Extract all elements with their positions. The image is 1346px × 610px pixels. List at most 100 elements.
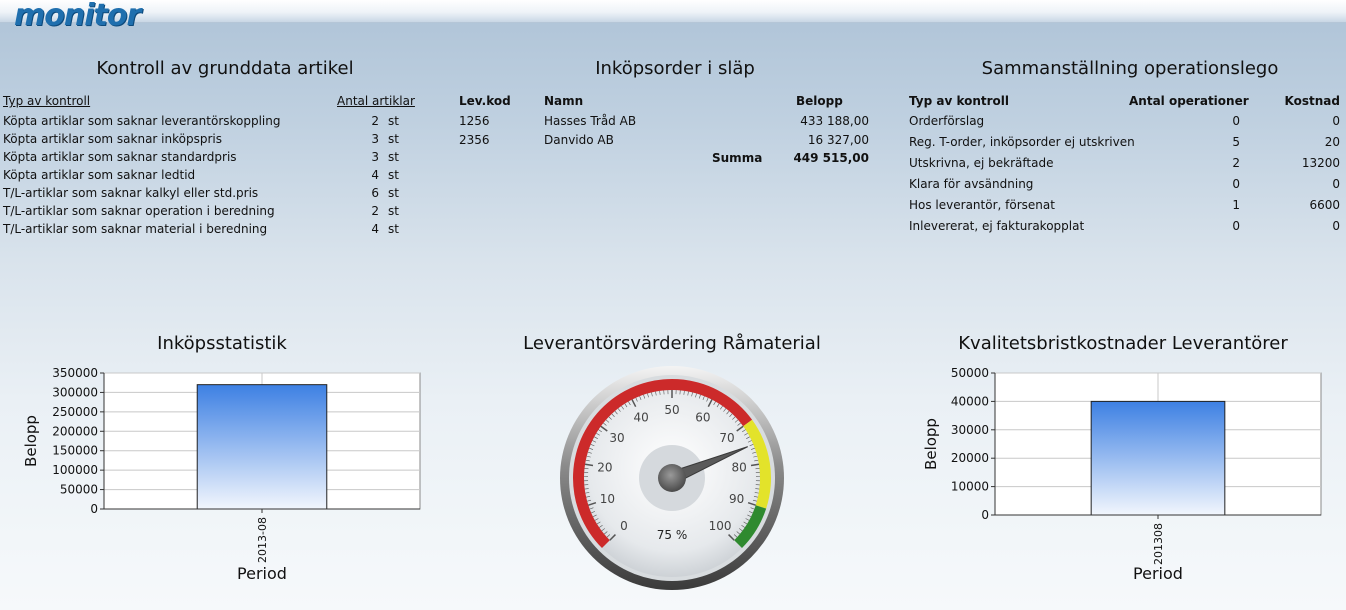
panel3-col-cost: Kostnad <box>1284 94 1340 108</box>
panel2-col-code: Lev.kod <box>459 94 511 108</box>
panel1-row-label: Köpta artiklar som saknar inköpspris <box>3 132 222 146</box>
panel3-row-ops: 1 <box>1232 198 1240 212</box>
panel3-row-ops: 0 <box>1232 219 1240 233</box>
panel2-row-code: 1256 <box>459 114 490 128</box>
gauge-tick-label: 0 <box>620 519 628 533</box>
leverantorsvardering-gauge: Leverantörsvärdering Råmaterial 0 10 20 30 40… <box>523 333 821 590</box>
inkopsstatistik-chart: Inköpsstatistik 0 50000 100000 150000 200000 2… <box>22 333 421 583</box>
y-tick-label: 200000 <box>52 424 98 438</box>
gauge-tick-label: 20 <box>597 460 612 474</box>
y-tick-label: 20000 <box>951 451 989 465</box>
panel1-row-count: 4 <box>371 222 379 236</box>
x-axis-label: Period <box>1133 564 1183 583</box>
panel2-col-name: Namn <box>544 94 584 108</box>
panel1-row-count: 4 <box>371 168 379 182</box>
panel2-title: Inköpsorder i släp <box>595 58 755 79</box>
panel3-row-label: Inlevererat, ej fakturakopplat <box>909 219 1085 233</box>
panel1-row-count: 3 <box>371 132 379 146</box>
panel3-row-cost: 6600 <box>1309 198 1340 212</box>
gauge-tick-label: 100 <box>709 519 732 533</box>
panel3-row-label: Klara för avsändning <box>909 177 1034 191</box>
panel2-sum-label: Summa <box>712 151 763 165</box>
panel3-col-ops: Antal operationer <box>1129 94 1249 108</box>
panel2-row-name: Hasses Tråd AB <box>544 114 637 128</box>
panel3-row-label: Utskrivna, ej bekräftade <box>909 156 1054 170</box>
panel2-sum-value: 449 515,00 <box>793 151 869 165</box>
panel1-row-count: 3 <box>371 150 379 164</box>
panel1-row-label: Köpta artiklar som saknar leverantörskop… <box>3 114 281 128</box>
monitor-logo: monitor <box>14 0 141 33</box>
panel2-col-amount: Belopp <box>796 94 843 108</box>
panel2-row-code: 2356 <box>459 133 490 147</box>
panel1-row-label: Köpta artiklar som saknar standardpris <box>3 150 237 164</box>
x-tick-label: 201308 <box>1152 523 1165 565</box>
panel1-col-count: Antal artiklar <box>337 94 415 108</box>
y-axis-label: Belopp <box>22 415 40 467</box>
y-tick-label: 40000 <box>951 394 989 408</box>
chart-title: Kvalitetsbristkostnader Leverantörer <box>958 333 1288 354</box>
gauge-tick-label: 80 <box>732 460 747 474</box>
panel3-row-ops: 0 <box>1232 114 1240 128</box>
panel1-row-label: T/L-artiklar som saknar kalkyl eller std… <box>3 186 259 200</box>
panel1-col-type: Typ av kontroll <box>3 94 91 108</box>
panel1-row-count: 6 <box>371 186 379 200</box>
panel3-row-ops: 2 <box>1232 156 1240 170</box>
gauge-tick-label: 60 <box>695 410 710 424</box>
gauge-tick-label: 40 <box>633 410 648 424</box>
y-tick-label: 100000 <box>52 463 98 477</box>
y-tick-label: 50000 <box>951 366 989 380</box>
panel3-row-label: Orderförslag <box>909 114 985 128</box>
gauge-value-label: 75 % <box>657 528 688 542</box>
y-tick-label: 150000 <box>52 444 98 458</box>
panel1-row-label: T/L-artiklar som saknar operation i bere… <box>3 204 275 218</box>
panel1-row-unit: st <box>388 168 399 182</box>
panel3-row-ops: 5 <box>1232 135 1240 149</box>
panel1-row-unit: st <box>388 222 399 236</box>
panel1-row-unit: st <box>388 150 399 164</box>
x-axis-label: Period <box>237 564 287 583</box>
panel3-row-cost: 20 <box>1324 135 1340 149</box>
y-tick-label: 300000 <box>52 385 98 399</box>
y-tick-label: 30000 <box>951 423 989 437</box>
y-tick-label: 10000 <box>951 480 989 494</box>
gauge-tick-label: 70 <box>719 431 734 445</box>
panel2-row-name: Danvido AB <box>544 133 614 147</box>
gauge-tick-label: 30 <box>609 431 624 445</box>
panel3-row-cost: 0 <box>1332 114 1340 128</box>
panel1-row-unit: st <box>388 132 399 146</box>
top-bar: monitor <box>0 0 1346 33</box>
gauge-tick-label: 50 <box>664 403 679 417</box>
panel3-row-ops: 0 <box>1232 177 1240 191</box>
panel3-col-type: Typ av kontroll <box>909 94 1010 108</box>
panel1-row-label: Köpta artiklar som saknar ledtid <box>3 168 196 182</box>
panel1-row-unit: st <box>388 186 399 200</box>
panel1-title: Kontroll av grunddata artikel <box>96 58 354 79</box>
kvalitetsbristkostnader-chart: Kvalitetsbristkostnader Leverantörer 0 100… <box>922 333 1322 583</box>
bar <box>1090 400 1226 516</box>
panel1-row-unit: st <box>388 114 399 128</box>
panel3-title: Sammanställning operationslego <box>981 58 1279 79</box>
gauge-tick-label: 10 <box>600 492 615 506</box>
y-tick-label: 50000 <box>60 483 98 497</box>
bar <box>196 384 328 510</box>
panel1-row-unit: st <box>388 204 399 218</box>
gauge-hub <box>658 464 686 492</box>
panel2-row-amount: 16 327,00 <box>807 133 869 147</box>
panel3-row-label: Reg. T-order, inköpsorder ej utskriven <box>909 135 1135 149</box>
y-tick-label: 0 <box>981 508 989 522</box>
panel2-row-amount: 433 188,00 <box>800 114 869 128</box>
panel3-row-cost: 0 <box>1332 177 1340 191</box>
panel1-row-count: 2 <box>371 204 379 218</box>
gauge-title: Leverantörsvärdering Råmaterial <box>523 333 821 354</box>
y-tick-label: 250000 <box>52 405 98 419</box>
y-tick-label: 350000 <box>52 366 98 380</box>
panel3-row-label: Hos leverantör, försenat <box>909 198 1055 212</box>
gauge-tick-label: 90 <box>729 492 744 506</box>
panel1-row-count: 2 <box>371 114 379 128</box>
y-tick-label: 0 <box>90 502 98 516</box>
panel3-row-cost: 0 <box>1332 219 1340 233</box>
panel3-row-cost: 13200 <box>1301 156 1340 170</box>
panel1-row-label: T/L-artiklar som saknar material i bered… <box>3 222 268 236</box>
y-axis-label: Belopp <box>922 418 940 470</box>
x-tick-label: 2013-08 <box>256 517 269 563</box>
